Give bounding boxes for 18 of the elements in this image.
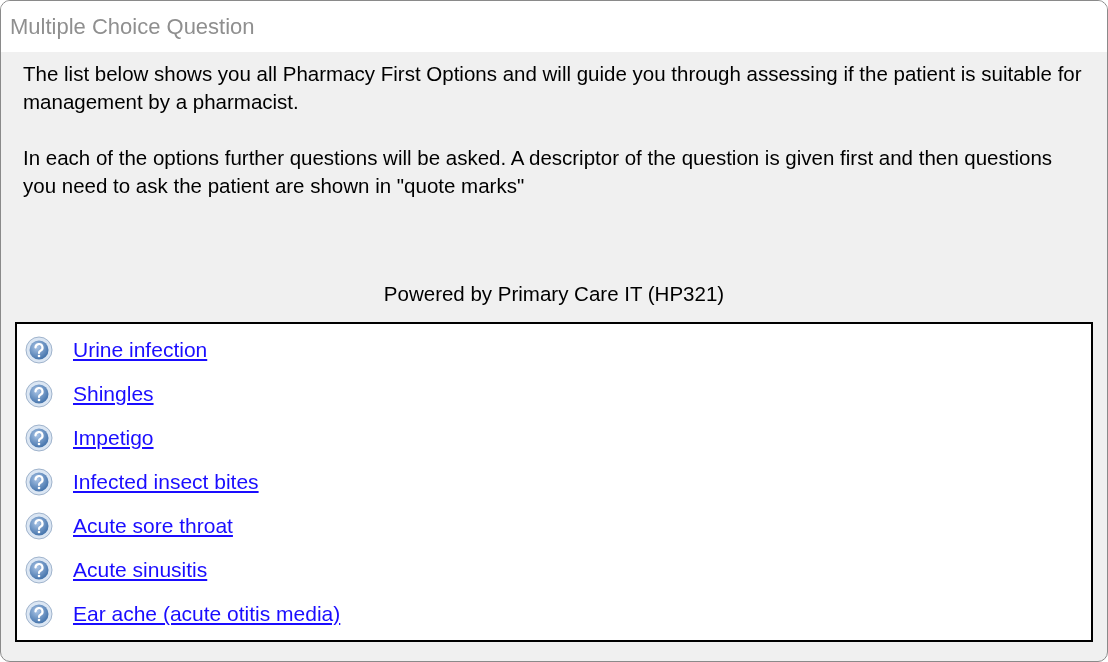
help-icon xyxy=(25,424,53,452)
instruction-paragraph: The list below shows you all Pharmacy First Options and will guide you through assessing if the patient is suitable for management by a pharmacist. xyxy=(23,61,1083,115)
window-title: Multiple Choice Question xyxy=(10,13,255,41)
help-icon xyxy=(25,380,53,408)
help-icon xyxy=(25,468,53,496)
option-link[interactable]: Ear ache (acute otitis media) xyxy=(73,598,341,630)
option-link[interactable]: Impetigo xyxy=(73,422,154,454)
option-link[interactable]: Shingles xyxy=(73,378,154,410)
help-icon xyxy=(25,512,53,540)
powered-by-text: Powered by Primary Care IT (HP321) xyxy=(383,281,725,307)
option-link[interactable]: Acute sinusitis xyxy=(73,554,208,586)
option-link[interactable]: Urine infection xyxy=(73,334,208,366)
help-icon xyxy=(25,600,53,628)
help-icon xyxy=(25,336,53,364)
help-icon xyxy=(25,556,53,584)
instruction-paragraph: In each of the options further questions will be asked. A descriptor of the question is given first and then questions you need to ask the patient are shown in "quote marks" xyxy=(23,145,1054,199)
option-link[interactable]: Acute sore throat xyxy=(73,510,233,542)
option-link[interactable]: Infected insect bites xyxy=(73,466,259,498)
